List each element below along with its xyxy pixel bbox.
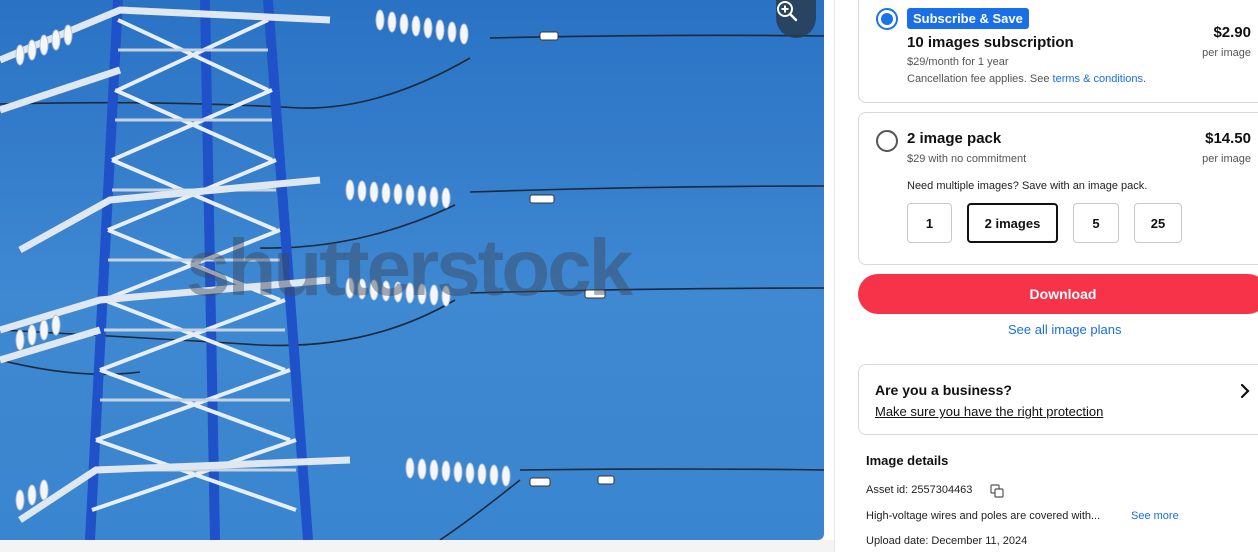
image-details-title: Image details: [866, 453, 949, 468]
pack-per-image: per image: [1202, 153, 1251, 165]
pack-commitment: $29 with no commitment: [907, 153, 1027, 165]
asset-id: Asset id: 2557304463: [866, 484, 973, 496]
panel-divider: [834, 0, 835, 552]
pack-hint: Need multiple images? Save with an image…: [907, 180, 1148, 192]
subscription-price: $2.90: [1213, 24, 1251, 41]
qty-option-25[interactable]: 25: [1134, 203, 1182, 243]
subscription-title: 10 images subscription: [907, 34, 1074, 51]
subscription-radio[interactable]: [876, 8, 898, 30]
subscription-term: $29/month for 1 year: [907, 56, 1009, 68]
watermark: shutterstock: [186, 223, 633, 312]
cancellation-note: Cancellation fee applies. See terms & co…: [907, 73, 1146, 85]
chevron-right-icon[interactable]: [1239, 383, 1251, 399]
protection-link[interactable]: Make sure you have the right protection: [875, 404, 1103, 419]
qty-option-2[interactable]: 2 images: [967, 203, 1058, 243]
image-preview[interactable]: shutterstock: [0, 0, 824, 540]
cancellation-text: Cancellation fee applies. See: [907, 73, 1053, 85]
subscribe-save-badge: Subscribe & Save: [907, 8, 1029, 29]
terms-link[interactable]: terms & conditions.: [1053, 73, 1147, 85]
image-bottom-strip: [0, 540, 834, 552]
pack-title: 2 image pack: [907, 130, 1002, 147]
pack-radio[interactable]: [876, 130, 898, 152]
see-more-link[interactable]: See more: [1131, 510, 1179, 522]
see-all-plans-link[interactable]: See all image plans: [1008, 322, 1121, 337]
business-card[interactable]: Are you a business? Make sure you have t…: [858, 364, 1258, 435]
subscription-option-card[interactable]: Subscribe & Save 10 images subscription …: [858, 0, 1258, 103]
qty-option-1[interactable]: 1: [907, 203, 952, 243]
pack-option-card[interactable]: 2 image pack $29 with no commitment $14.…: [858, 112, 1258, 265]
subscription-per-image: per image: [1202, 47, 1251, 59]
pack-price: $14.50: [1205, 130, 1251, 147]
zoom-in-icon: [777, 1, 798, 22]
upload-date: Upload date: December 11, 2024: [866, 535, 1028, 547]
download-button[interactable]: Download: [858, 274, 1258, 314]
image-description: High-voltage wires and poles are covered…: [866, 510, 1101, 522]
page: shutterstock Subscribe & Save 10 images …: [0, 0, 1258, 552]
qty-option-5[interactable]: 5: [1073, 203, 1119, 243]
copy-icon[interactable]: [990, 484, 1004, 498]
business-title: Are you a business?: [875, 382, 1012, 398]
